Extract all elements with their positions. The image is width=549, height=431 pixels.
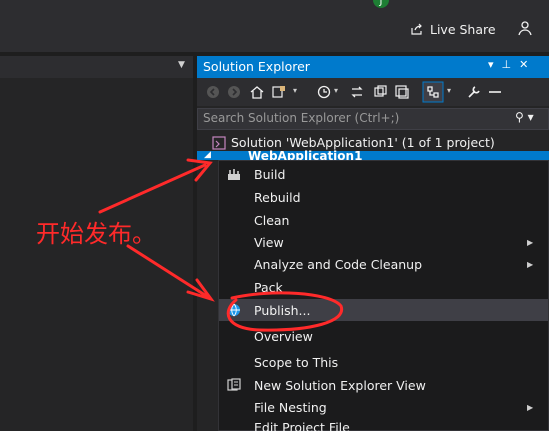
solution-explorer-title: Solution Explorer [203,59,310,74]
chevron-down-icon[interactable]: ▾ [334,86,338,95]
sync-icon[interactable] [349,84,365,100]
context-menu-item-label: View [254,234,284,250]
context-menu-item-label: Scope to This [254,354,339,370]
editor-tab-bar [0,56,193,79]
home-icon[interactable] [249,84,265,100]
chevron-down-icon[interactable]: ▾ [488,58,494,71]
expand-arrow-icon[interactable]: ◢ [204,150,211,160]
forward-icon[interactable] [226,84,242,100]
chevron-down-icon[interactable]: ▼ [178,60,185,70]
context-menu-item[interactable]: Publish... [219,299,548,321]
feedback-icon[interactable] [516,20,534,38]
properties-wrench-icon[interactable] [466,84,482,100]
submenu-arrow-icon: ▶ [527,402,534,412]
context-menu-item[interactable]: Clean [219,209,548,231]
context-menu-item-label: Analyze and Code Cleanup [254,256,423,272]
context-menu-item[interactable]: View ▶ [219,231,548,253]
back-icon[interactable] [205,84,221,100]
context-menu-item[interactable]: Rebuild [219,186,548,208]
annotation-text: 开始发布。 [36,220,156,248]
solution-icon [212,135,226,150]
context-menu-item-label: File Nesting [254,399,327,415]
context-menu-item[interactable]: Pack [219,276,548,298]
context-menu-item-label: Rebuild [254,189,301,205]
search-placeholder: Search Solution Explorer (Ctrl+;) [203,111,400,125]
context-menu-item-label: Overview [254,328,313,344]
close-icon[interactable]: ✕ [519,58,528,71]
editor-area[interactable] [0,78,193,431]
context-menu-item-label: Pack [254,279,283,295]
pending-changes-filter-icon[interactable] [316,84,332,100]
submenu-arrow-icon: ▶ [527,237,534,247]
context-menu-item-label: Clean [254,212,290,228]
build-icon [228,169,240,180]
preview-selected-items-icon[interactable] [487,84,503,100]
chevron-down-icon[interactable]: ▾ [447,86,451,95]
chevron-down-icon[interactable]: ▾ [293,86,297,95]
share-icon [411,23,422,35]
context-menu-item[interactable]: File Nesting ▶ [219,396,548,418]
globe-icon [228,303,240,317]
live-share-button[interactable]: Live Share [410,20,496,38]
panel-window-buttons: ▾ ⊥ ✕ [488,58,528,71]
refresh-icon[interactable] [372,84,388,100]
project-label: WebApplication1 [248,149,363,160]
search-icon[interactable]: ⚲ ▾ [515,110,534,124]
context-menu-item-label: Edit Project File [254,420,350,431]
context-menu-item-label: Publish... [254,302,311,318]
context-menu-item[interactable]: New Solution Explorer View [219,374,548,396]
context-menu-item[interactable]: Analyze and Code Cleanup ▶ [219,253,548,275]
context-menu-item-label: New Solution Explorer View [254,377,426,393]
context-menu-item[interactable]: Overview [219,325,548,347]
solution-label: Solution 'WebApplication1' (1 of 1 proje… [231,135,495,150]
tree-item-solution[interactable]: Solution 'WebApplication1' (1 of 1 proje… [212,135,495,150]
context-menu-item[interactable]: Edit Project File [219,420,548,431]
show-all-files-icon[interactable] [422,81,444,103]
new-view-icon [227,378,241,391]
context-menu-item[interactable]: Build [219,163,548,185]
context-menu-item-label: Build [254,166,286,182]
live-share-label: Live Share [430,21,496,37]
context-menu-item[interactable]: Scope to This [219,351,548,373]
collapse-all-icon[interactable] [394,84,410,100]
pin-icon[interactable]: ⊥ [502,58,512,71]
submenu-arrow-icon: ▶ [527,259,534,269]
switch-views-icon[interactable] [271,84,287,100]
